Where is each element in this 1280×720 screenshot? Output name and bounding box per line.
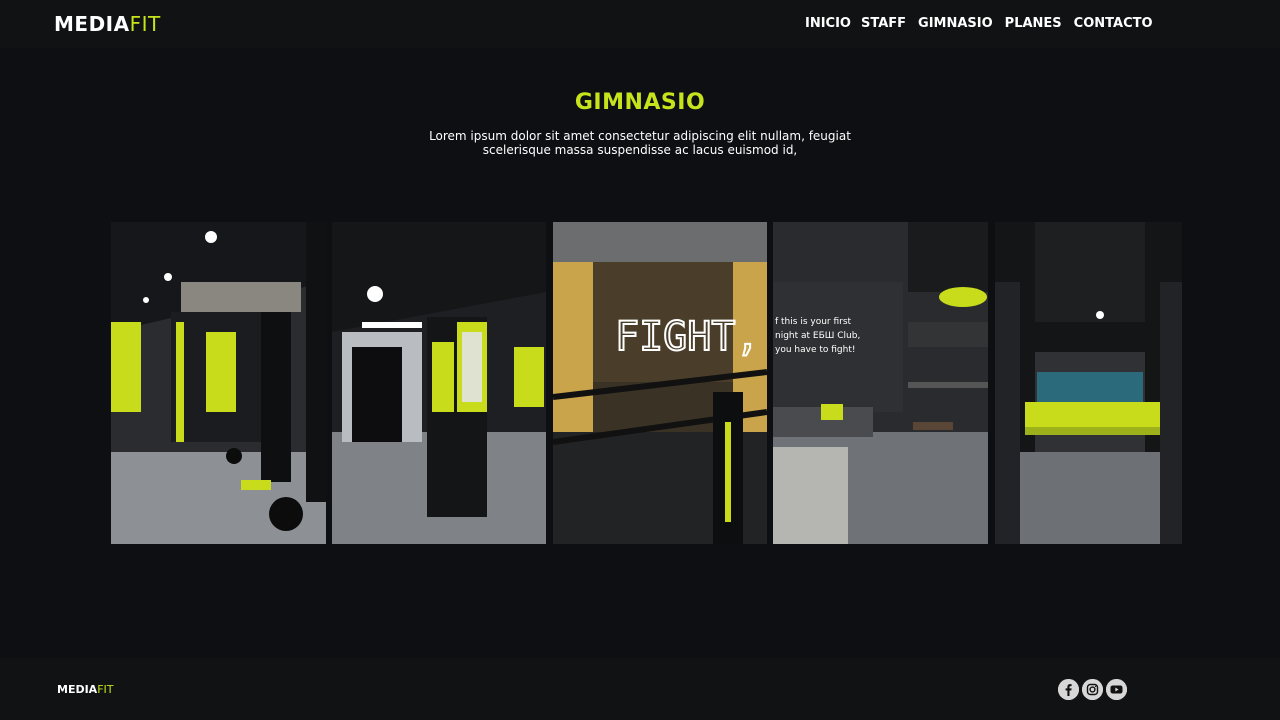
lounge-wall-text-1: f this is your first [775, 317, 852, 327]
nav-item-contacto[interactable]: CONTACTO [1074, 16, 1153, 32]
lounge-wall-text-2: night at ЕБШ Club, [775, 331, 860, 341]
main-nav: INICIO STAFF GIMNASIO PLANES CONTACTO [805, 16, 1153, 32]
nav-item-staff[interactable]: STAFF [861, 16, 906, 32]
nav-item-planes[interactable]: PLANES [1005, 16, 1062, 32]
social-links [1058, 679, 1127, 700]
footer-logo-fit: FIT [97, 683, 114, 696]
lounge-bar-image: f this is your first night at ЕБШ Club, … [773, 222, 988, 544]
gym-weights-room-image [111, 222, 326, 544]
page-title: GIMNASIO [574, 90, 706, 115]
gallery-photo-fight-neon-sign[interactable]: FIGHT, [553, 222, 767, 544]
page-description: Lorem ipsum dolor sit amet consectetur a… [429, 129, 851, 157]
instagram-icon[interactable] [1082, 679, 1103, 700]
gallery-photo-gym-weights-room[interactable] [111, 222, 326, 544]
nav-item-gimnasio[interactable]: GIMNASIO [918, 16, 993, 32]
washroom-sink-image [995, 222, 1182, 544]
brand-logo[interactable]: MEDIAFIT [54, 12, 161, 36]
brand-logo-fit: FIT [129, 12, 161, 36]
lounge-wall-text-3: you have to fight! [775, 345, 855, 355]
footer-logo[interactable]: MEDIAFIT [57, 683, 114, 696]
footer: MEDIAFIT [0, 658, 1280, 720]
footer-logo-media: MEDIA [57, 683, 98, 696]
gallery-photo-locker-corridor[interactable] [332, 222, 546, 544]
fight-neon-text: FIGHT, [615, 314, 760, 360]
nav-item-inicio[interactable]: INICIO [805, 16, 851, 32]
gallery-photo-washroom-sink[interactable] [995, 222, 1182, 544]
facebook-icon[interactable] [1058, 679, 1079, 700]
gallery-photo-lounge-bar[interactable]: f this is your first night at ЕБШ Club, … [773, 222, 988, 544]
brand-logo-media: MEDIA [54, 12, 130, 36]
locker-corridor-image [332, 222, 546, 544]
top-navbar: MEDIAFIT INICIO STAFF GIMNASIO PLANES CO… [0, 0, 1280, 48]
youtube-icon[interactable] [1106, 679, 1127, 700]
gym-gallery: FIGHT, f this is your first night at ЕБШ… [111, 222, 1182, 544]
fight-neon-sign-image: FIGHT, [553, 222, 767, 544]
